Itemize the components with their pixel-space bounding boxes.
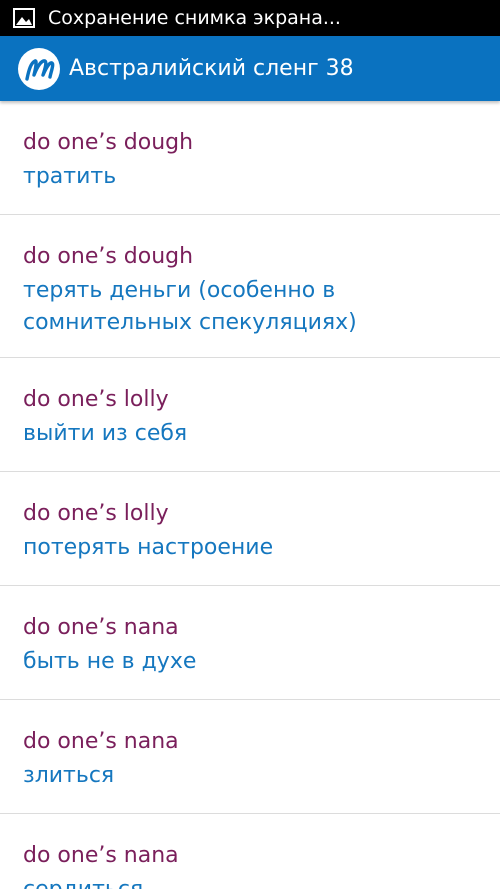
status-notification-text: Сохранение снимка экрана...: [48, 7, 341, 29]
list-item[interactable]: do one’s lolly выйти из себя: [0, 358, 500, 472]
translation-text: злиться: [23, 763, 115, 788]
translation-text: выйти из себя: [23, 421, 188, 446]
list-item[interactable]: do one’s nana сердиться: [0, 814, 500, 889]
list-item[interactable]: do one’s nana быть не в духе: [0, 586, 500, 700]
translation-text: потерять настроение: [23, 535, 274, 560]
translation-text: сердиться: [23, 874, 477, 889]
list-item[interactable]: do one’s nana злиться: [0, 700, 500, 814]
translation-text: тратить: [23, 164, 117, 189]
term-text: do one’s nana: [23, 729, 179, 754]
slang-list: do one’s dough тратить do one’s dough те…: [0, 101, 500, 889]
app-logo-m-icon[interactable]: [17, 47, 61, 91]
term-text: do one’s dough: [23, 244, 194, 269]
list-item[interactable]: do one’s lolly потерять настроение: [0, 472, 500, 586]
action-bar: Австралийский сленг 38: [0, 36, 500, 101]
term-text: do one’s dough: [23, 130, 194, 155]
term-text: do one’s lolly: [23, 387, 169, 412]
status-bar: Сохранение снимка экрана...: [0, 0, 500, 36]
image-icon: [12, 7, 36, 29]
term-text: do one’s nana: [23, 843, 179, 868]
translation-text: терять деньги (особенно в сомнительных с…: [23, 278, 357, 335]
list-item[interactable]: do one’s dough тратить: [0, 101, 500, 215]
list-item[interactable]: do one’s dough терять деньги (особенно в…: [0, 215, 500, 358]
term-text: do one’s lolly: [23, 501, 169, 526]
translation-text: быть не в духе: [23, 649, 197, 674]
term-text: do one’s nana: [23, 615, 179, 640]
page-title: Австралийский сленг 38: [69, 56, 354, 81]
